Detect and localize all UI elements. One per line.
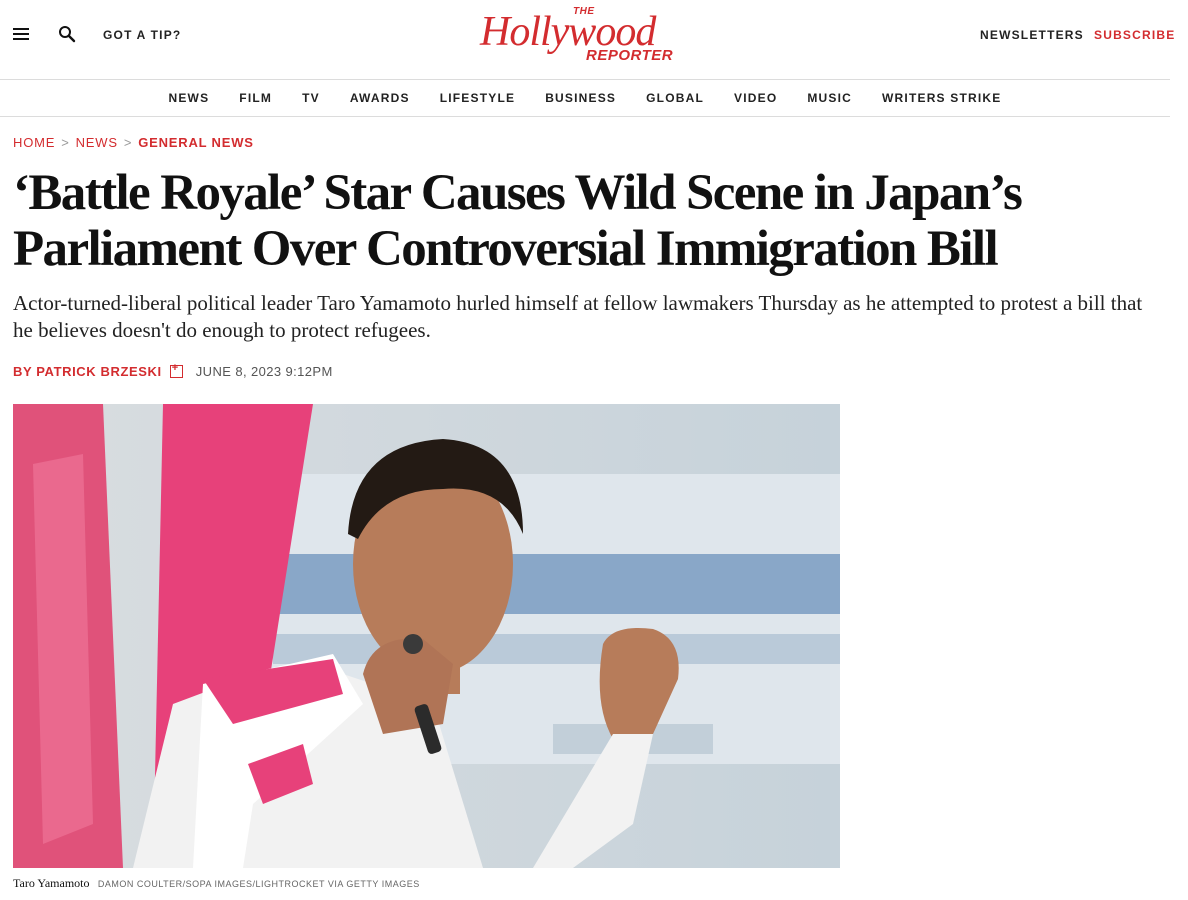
got-a-tip-link[interactable]: GOT A TIP?: [103, 28, 181, 42]
breadcrumb-news[interactable]: NEWS: [76, 135, 118, 150]
newsletters-link[interactable]: NEWSLETTERS: [980, 28, 1084, 42]
photo-caption: Taro Yamamoto DAMON COULTER/SOPA IMAGES/…: [13, 876, 1188, 891]
nav-item-music[interactable]: MUSIC: [792, 91, 867, 105]
breadcrumb-home[interactable]: HOME: [13, 135, 55, 150]
byline: BY PATRICK BRZESKI JUNE 8, 2023 9:12PM: [13, 362, 1188, 380]
publish-date: JUNE 8, 2023 9:12PM: [195, 363, 333, 379]
breadcrumb-separator: >: [123, 135, 133, 150]
logo-reporter-text: REPORTER: [586, 47, 674, 64]
breadcrumb-general-news[interactable]: GENERAL NEWS: [138, 135, 254, 150]
hero-photo-illustration: [13, 404, 840, 868]
nav-item-tv[interactable]: TV: [287, 91, 335, 105]
nav-item-video[interactable]: VIDEO: [719, 91, 792, 105]
caption-text: Taro Yamamoto: [13, 876, 90, 890]
nav-item-writers-strike[interactable]: WRITERS STRIKE: [867, 91, 1016, 105]
article-headline: ‘Battle Royale’ Star Causes Wild Scene i…: [13, 165, 1023, 277]
author-link[interactable]: BY PATRICK BRZESKI: [13, 364, 162, 379]
article-dek: Actor-turned-liberal political leader Ta…: [13, 291, 1143, 342]
nav-item-business[interactable]: BUSINESS: [530, 91, 631, 105]
nav-item-lifestyle[interactable]: LIFESTYLE: [425, 91, 530, 105]
breadcrumb-separator: >: [61, 135, 70, 150]
subscribe-link[interactable]: SUBSCRIBE: [1094, 28, 1175, 42]
author-follow-icon[interactable]: [169, 362, 183, 378]
breadcrumb: HOME > NEWS > GENERAL NEWS: [13, 135, 1188, 151]
hamburger-menu-icon[interactable]: [13, 25, 33, 45]
nav-item-news[interactable]: NEWS: [153, 91, 224, 105]
site-logo[interactable]: THE Hollywood REPORTER: [478, 4, 710, 66]
nav-item-awards[interactable]: AWARDS: [335, 91, 425, 105]
main-nav: NEWS FILM TV AWARDS LIFESTYLE BUSINESS G…: [0, 80, 1170, 117]
photo-credit: DAMON COULTER/SOPA IMAGES/LIGHTROCKET VI…: [97, 879, 420, 889]
article-content: HOME > NEWS > GENERAL NEWS ‘Battle Royale’ S…: [0, 135, 1188, 891]
article-hero-image[interactable]: [13, 404, 840, 868]
search-icon[interactable]: [58, 25, 78, 45]
nav-item-film[interactable]: FILM: [224, 91, 287, 105]
nav-item-global[interactable]: GLOBAL: [631, 91, 719, 105]
site-header: GOT A TIP? THE Hollywood REPORTER NEWSLE…: [0, 0, 1174, 80]
